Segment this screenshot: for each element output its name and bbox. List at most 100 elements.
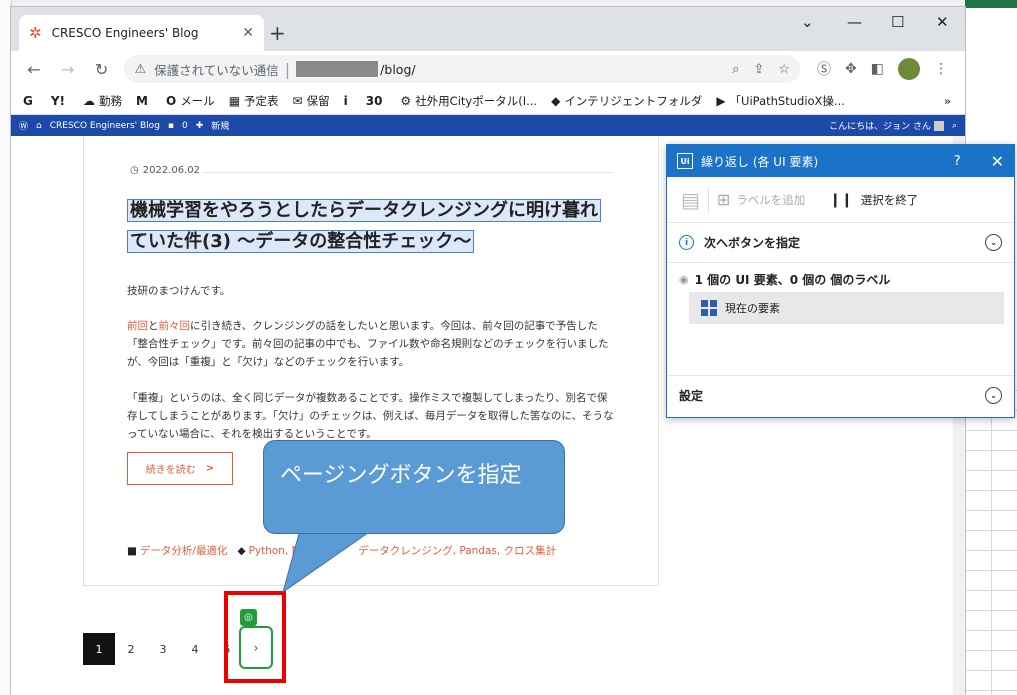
- info-icon: i: [679, 235, 694, 250]
- extensions-area: Ⓢ ✥ ◧ ⋮: [810, 58, 955, 80]
- tab-strip: ✲ CRESCO Engineers' Blog ✕ + ⌄ — ☐ ✕: [11, 7, 965, 51]
- tag-cross-tab[interactable]: クロス集計: [504, 545, 557, 557]
- url-path[interactable]: /blog/: [380, 62, 718, 77]
- add-label-icon: ⊞: [716, 190, 731, 209]
- page-link[interactable]: 2: [115, 633, 147, 665]
- bookmark-item[interactable]: ◆ インテリジェントフォルダ: [551, 93, 702, 109]
- back-arrow-icon[interactable]: ←: [21, 60, 47, 79]
- bookmark-icon: Y!: [50, 93, 66, 108]
- wordpress-logo-icon[interactable]: Ⓦ: [19, 119, 28, 132]
- new-tab-button[interactable]: +: [269, 21, 286, 45]
- tag-python[interactable]: Python: [249, 545, 285, 557]
- bookmark-item[interactable]: ☁ 勤務: [83, 93, 122, 109]
- category-link[interactable]: データ分析/最適化: [140, 545, 228, 557]
- link-before-previous[interactable]: 前々回: [159, 320, 191, 332]
- cresco-favicon-icon: ✲: [29, 24, 42, 42]
- toolbar-divider: [707, 186, 709, 213]
- bookmark-label: 「UiPathStudioX操...: [729, 93, 845, 108]
- help-button[interactable]: ?: [954, 154, 961, 169]
- read-more-button[interactable]: 続きを読む >: [127, 452, 233, 485]
- pause-bars-icon: ❙❙: [829, 191, 853, 208]
- settings-chevron-down-icon[interactable]: ⌄: [985, 387, 1002, 404]
- bookmark-item[interactable]: O メール: [166, 93, 215, 109]
- bookmark-label: インテリジェントフォルダ: [564, 93, 703, 108]
- finish-selection-button[interactable]: ❙❙ 選択を終了: [829, 192, 918, 208]
- reload-icon[interactable]: ↻: [89, 60, 115, 79]
- settings-label: 設定: [679, 389, 704, 403]
- tag-data-cleansing[interactable]: データクレンジング: [358, 545, 453, 557]
- post-intro: 技研のまつけんです。: [127, 285, 231, 297]
- bookmark-item[interactable]: ▦ 予定表: [229, 93, 279, 109]
- browser-tab[interactable]: ✲ CRESCO Engineers' Blog ✕: [19, 15, 264, 51]
- page-link[interactable]: 1: [83, 633, 115, 665]
- redacted-host: [296, 61, 379, 77]
- profile-avatar[interactable]: [898, 58, 921, 80]
- target-anchor-icon: ◎: [240, 609, 257, 626]
- puzzle-extensions-icon[interactable]: ✥: [845, 61, 857, 77]
- comment-icon[interactable]: ▪: [168, 121, 174, 131]
- wp-greeting[interactable]: こんにちは、ジョン さん: [829, 119, 931, 132]
- bookmark-label: 勤務: [99, 93, 123, 108]
- post-title-line1[interactable]: 機械学習をやろうとしたらデータクレンジングに明け暮れ: [127, 199, 601, 222]
- forward-arrow-icon[interactable]: →: [55, 60, 81, 79]
- bookmark-star-icon[interactable]: ☆: [778, 62, 790, 77]
- uipath-toolbar: ▤ ⊞ ラベルを追加 ❙❙ 選択を終了: [667, 177, 1014, 223]
- p1-rest: に引き続き、クレンジングの話をしたいと思います。今回は、前々回の記事で予告した「…: [127, 320, 609, 368]
- bookmark-item[interactable]: Y!: [51, 94, 69, 108]
- next-page-button[interactable]: ›: [239, 626, 273, 669]
- bookmark-item[interactable]: ⚙ 社外用Cityポータル(I...: [400, 93, 537, 109]
- minimize-button[interactable]: —: [847, 13, 862, 31]
- extension-s-icon[interactable]: Ⓢ: [817, 59, 831, 79]
- current-element-row[interactable]: 現在の要素: [689, 292, 1004, 324]
- panel-close-button[interactable]: ✕: [991, 152, 1004, 171]
- background-window-topbar: [965, 0, 1017, 8]
- wp-site-name[interactable]: CRESCO Engineers' Blog: [50, 121, 160, 131]
- tab-title: CRESCO Engineers' Blog: [51, 26, 199, 40]
- side-panel-icon[interactable]: ◧: [871, 61, 884, 77]
- grid-element-icon: [701, 300, 717, 316]
- bookmark-item[interactable]: i: [344, 94, 352, 108]
- close-window-button[interactable]: ✕: [936, 13, 949, 31]
- security-label[interactable]: 保護されていない通信: [154, 60, 279, 79]
- comments-count[interactable]: 0: [182, 121, 188, 131]
- next-button-section[interactable]: i 次へボタンを指定 ⌄: [667, 223, 1014, 263]
- window-dropdown-icon[interactable]: ⌄: [801, 13, 814, 31]
- tag-pandas[interactable]: Pandas: [459, 545, 497, 557]
- plus-icon[interactable]: ✚: [196, 121, 204, 131]
- link-previous[interactable]: 前回: [127, 320, 148, 332]
- settings-section[interactable]: 設定 ⌄: [667, 375, 1014, 415]
- bookmark-label: メール: [180, 93, 215, 108]
- tab-close-icon[interactable]: ✕: [242, 25, 254, 41]
- bookmark-icon: M: [136, 93, 148, 108]
- save-icon[interactable]: ▤: [681, 188, 700, 212]
- zoom-search-icon[interactable]: ⌕: [732, 62, 739, 77]
- bookmark-item[interactable]: ▶ 「UiPathStudioX操...: [716, 93, 845, 109]
- finish-selection-text: 選択を終了: [860, 192, 919, 207]
- current-element-label: 現在の要素: [725, 302, 780, 315]
- url-omnibox[interactable]: ⚠ 保護されていない通信 | /blog/ ⌕ ⇪ ☆: [124, 55, 801, 83]
- chevron-down-icon[interactable]: ⌄: [985, 234, 1002, 251]
- bookmark-icon: ▦: [228, 93, 241, 108]
- add-label-button[interactable]: ⊞ ラベルを追加: [717, 190, 805, 209]
- bookmarks-more-icon[interactable]: »: [944, 94, 951, 108]
- menu-kebab-icon[interactable]: ⋮: [934, 61, 948, 77]
- post-title[interactable]: 機械学習をやろうとしたらデータクレンジングに明け暮れ ていた件(3) ～データの…: [127, 195, 611, 257]
- page-link[interactable]: 4: [179, 633, 211, 665]
- tag-n[interactable]: N: [292, 545, 300, 557]
- wp-search-icon[interactable]: ⌕: [952, 121, 957, 131]
- page-link[interactable]: 3: [147, 633, 179, 665]
- bookmark-item[interactable]: ✉ 保留: [293, 93, 330, 109]
- maximize-button[interactable]: ☐: [891, 13, 904, 31]
- user-avatar[interactable]: [933, 120, 944, 131]
- wp-new-label[interactable]: 新規: [211, 119, 229, 132]
- bookmark-item[interactable]: 30: [366, 94, 387, 108]
- bookmark-item[interactable]: G: [23, 94, 37, 108]
- bookmark-icon: G: [23, 93, 33, 108]
- bookmark-icon: ✉: [292, 93, 303, 108]
- share-icon[interactable]: ⇪: [753, 62, 764, 77]
- post-title-line2[interactable]: ていた件(3) ～データの整合性チェック～: [127, 230, 475, 253]
- p1-and: と: [148, 320, 159, 332]
- post-date-text: 2022.06.02: [142, 165, 200, 176]
- bookmark-item[interactable]: M: [136, 94, 152, 108]
- warning-triangle-icon[interactable]: ⚠: [134, 62, 146, 77]
